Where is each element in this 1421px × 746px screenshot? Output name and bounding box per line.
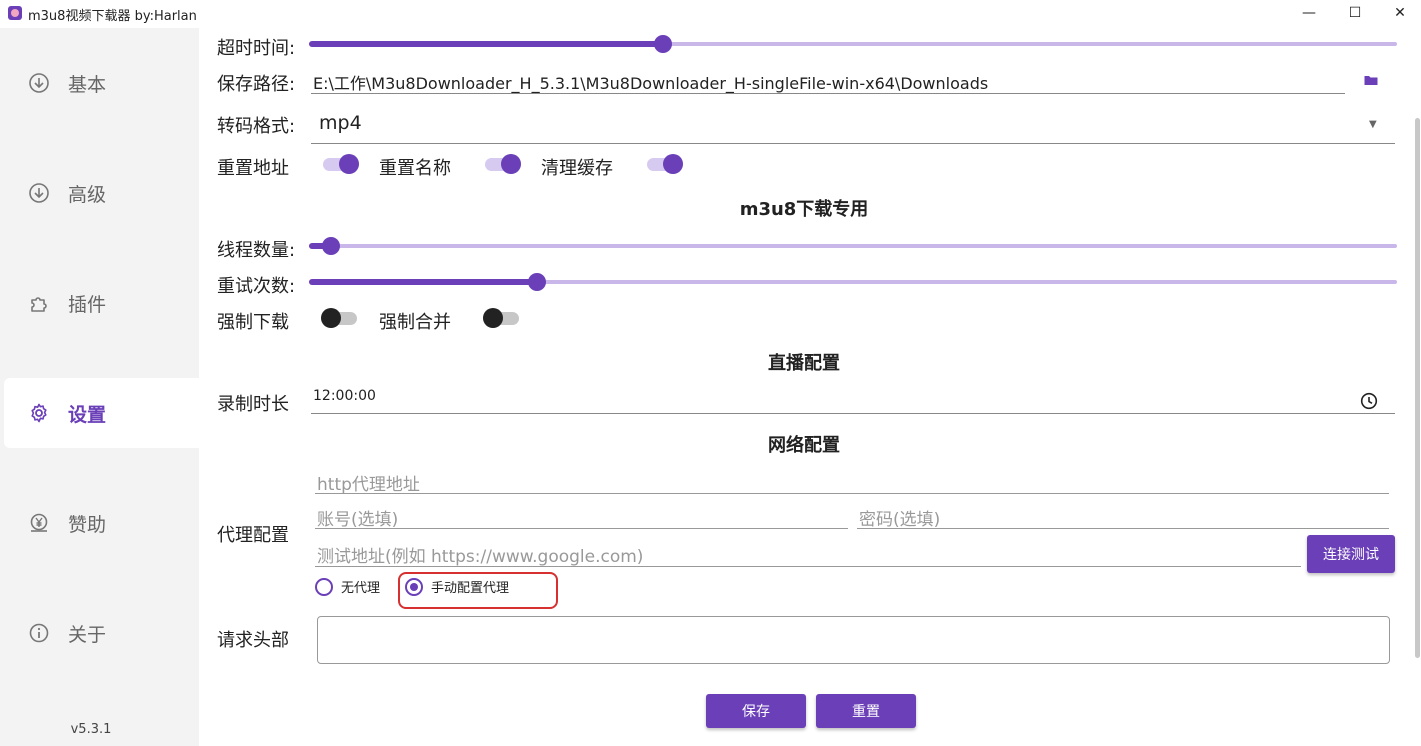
- download-circle-icon: [28, 182, 50, 204]
- reset-url-toggle[interactable]: [323, 154, 359, 174]
- sidebar-item-basic[interactable]: 基本: [4, 48, 199, 118]
- sidebar-item-label: 设置: [68, 403, 107, 426]
- force-merge-toggle[interactable]: [483, 308, 519, 328]
- maximize-button[interactable]: ☐: [1332, 0, 1378, 26]
- slider-track: [309, 244, 1397, 248]
- app-logo-icon: [8, 6, 22, 20]
- slider-fill: [309, 41, 663, 47]
- slider-thumb[interactable]: [653, 35, 672, 53]
- clock-icon[interactable]: [1360, 392, 1378, 410]
- clear-cache-label: 清理缓存: [541, 158, 613, 179]
- slider-fill: [309, 279, 538, 285]
- format-value: mp4: [319, 112, 362, 134]
- title-bar: m3u8视频下载器 by:Harlan — ☐ ✕: [0, 0, 1421, 28]
- request-header-input[interactable]: [317, 616, 1390, 664]
- m3u8-section-title: m3u8下载专用: [739, 199, 869, 220]
- close-button[interactable]: ✕: [1377, 0, 1421, 26]
- sidebar-item-label: 赞助: [68, 513, 107, 536]
- settings-panel: 超时时间: 保存路径: E:\工作\M3u8Downloader_H_5.3.1…: [199, 28, 1421, 746]
- reset-name-label: 重置名称: [379, 158, 451, 179]
- proxy-address-input[interactable]: http代理地址: [315, 470, 1389, 494]
- window-title: m3u8视频下载器 by:Harlan: [28, 9, 197, 24]
- puzzle-icon: [28, 292, 50, 314]
- format-label: 转码格式:: [217, 116, 296, 137]
- info-icon: [28, 622, 50, 644]
- minimize-button[interactable]: —: [1286, 0, 1332, 26]
- sidebar-item-label: 高级: [68, 183, 107, 206]
- retries-slider[interactable]: [309, 273, 1397, 291]
- gear-icon: [28, 402, 50, 424]
- record-duration-field[interactable]: 12:00:00: [311, 388, 1395, 414]
- save-path-label: 保存路径:: [217, 74, 296, 95]
- sidebar-item-settings[interactable]: 设置: [4, 378, 199, 448]
- chevron-down-icon[interactable]: ▼: [1369, 119, 1377, 130]
- format-select[interactable]: mp4: [311, 110, 1395, 144]
- radio-circle[interactable]: [315, 577, 333, 596]
- record-duration-label: 录制时长: [217, 394, 289, 415]
- live-section-title: 直播配置: [768, 353, 840, 374]
- force-download-toggle[interactable]: [321, 308, 357, 328]
- sidebar-item-label: 基本: [68, 73, 107, 96]
- slider-thumb[interactable]: [321, 237, 340, 255]
- sidebar-item-sponsor[interactable]: 赞助: [4, 488, 199, 558]
- sidebar-item-label: 插件: [68, 293, 107, 316]
- password-input[interactable]: 密码(选填): [857, 505, 1389, 529]
- slider-thumb[interactable]: [528, 273, 547, 291]
- radio-no-proxy[interactable]: 无代理: [315, 577, 380, 596]
- request-header-label: 请求头部: [217, 630, 289, 651]
- reset-name-toggle[interactable]: [485, 154, 521, 174]
- account-input[interactable]: 账号(选填): [315, 505, 848, 529]
- proxy-config-label: 代理配置: [217, 525, 289, 546]
- reset-button[interactable]: 重置: [816, 694, 916, 728]
- folder-icon[interactable]: [1363, 72, 1379, 88]
- sidebar: 基本 高级 插件 设置 赞助 关于 v5.3.1: [0, 28, 199, 746]
- retries-label: 重试次数:: [217, 276, 296, 297]
- force-download-label: 强制下载: [217, 312, 289, 333]
- threads-slider[interactable]: [309, 237, 1397, 255]
- clear-cache-toggle[interactable]: [647, 154, 683, 174]
- radio-label: 无代理: [341, 581, 381, 596]
- save-button[interactable]: 保存: [706, 694, 806, 728]
- force-merge-label: 强制合并: [379, 312, 451, 333]
- connection-test-button[interactable]: 连接测试: [1307, 535, 1395, 573]
- sidebar-item-advanced[interactable]: 高级: [4, 158, 199, 228]
- version-label: v5.3.1: [70, 722, 112, 737]
- threads-label: 线程数量:: [217, 240, 296, 261]
- download-circle-icon: [28, 72, 50, 94]
- test-url-input[interactable]: 测试地址(例如 https://www.google.com): [315, 542, 1301, 567]
- save-path-field[interactable]: E:\工作\M3u8Downloader_H_5.3.1\M3u8Downloa…: [311, 70, 1345, 94]
- timeout-slider[interactable]: [309, 35, 1397, 53]
- reset-url-label: 重置地址: [217, 158, 289, 179]
- timeout-label: 超时时间:: [217, 38, 296, 59]
- sidebar-item-about[interactable]: 关于: [4, 598, 199, 668]
- yen-coin-icon: [28, 512, 50, 534]
- network-section-title: 网络配置: [768, 435, 840, 456]
- sidebar-item-label: 关于: [68, 623, 107, 646]
- sidebar-item-plugins[interactable]: 插件: [4, 268, 199, 338]
- highlight-box: [398, 572, 558, 609]
- scrollbar[interactable]: [1415, 118, 1420, 658]
